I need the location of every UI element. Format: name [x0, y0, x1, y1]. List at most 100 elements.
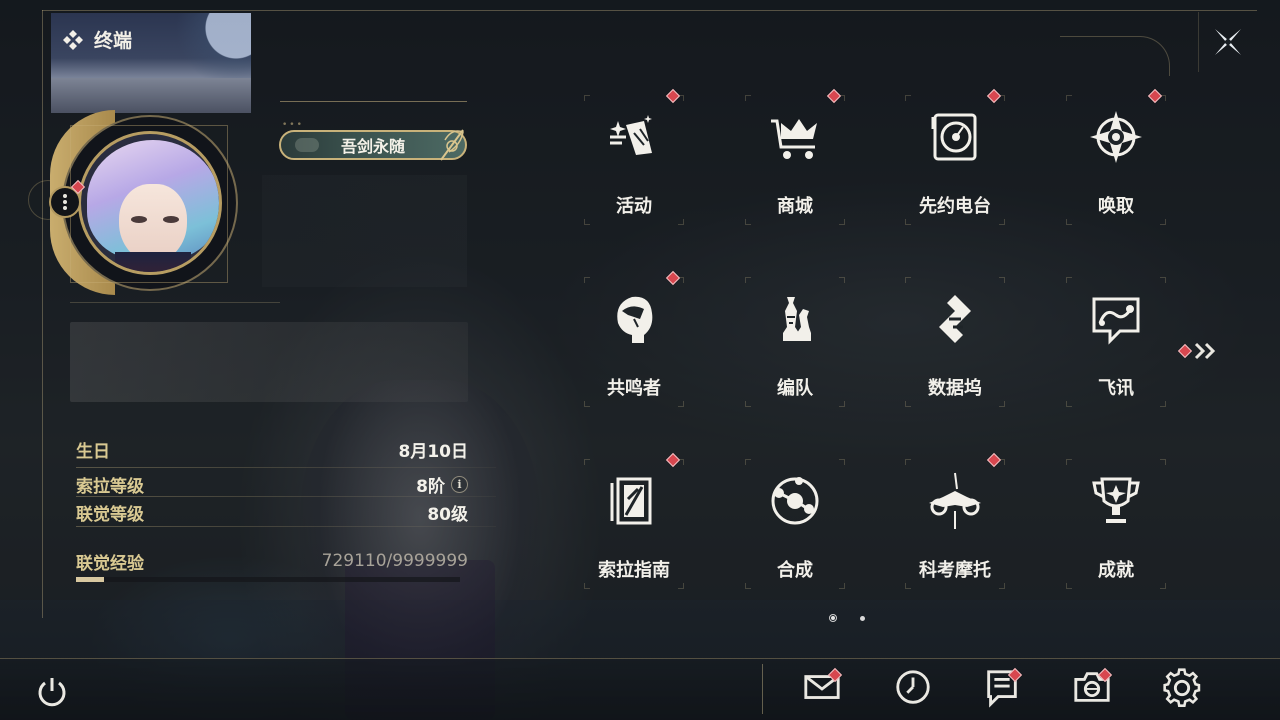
function-tile-label: 飞讯 — [1098, 378, 1134, 399]
exp-progress-fill — [76, 577, 104, 582]
diamond-cluster-icon — [63, 29, 83, 50]
tile-corner-decoration — [1160, 459, 1166, 465]
stat-union-exp-label: 联觉经验 — [76, 553, 144, 574]
camera-button[interactable] — [1072, 667, 1113, 710]
function-tile[interactable]: 编队 — [745, 277, 845, 407]
function-tile-label: 数据坞 — [928, 378, 982, 399]
function-tile[interactable]: 科考摩托 — [905, 452, 1005, 589]
tile-corner-decoration — [745, 219, 751, 225]
function-tile-label: 编队 — [777, 378, 813, 399]
tile-corner-decoration — [1066, 95, 1072, 101]
tile-corner-decoration — [678, 401, 684, 407]
bottom-bar-divider — [762, 664, 763, 714]
tile-corner-decoration — [1066, 219, 1072, 225]
stat-union-level-value: 80级 — [427, 504, 468, 525]
guide-book-icon — [604, 471, 664, 531]
stat-union-level: 联觉等级 80级 — [76, 500, 468, 525]
page-indicator-active[interactable] — [829, 614, 837, 622]
function-tile[interactable]: 成就 — [1066, 459, 1166, 589]
settings-gear-icon — [1162, 668, 1202, 712]
stat-divider — [76, 467, 496, 468]
sword-emblem-icon — [440, 129, 464, 161]
function-tile[interactable]: 索拉指南 — [584, 452, 684, 589]
page-title-text: 终端 — [94, 30, 133, 52]
tile-corner-decoration — [678, 219, 684, 225]
synthesis-orbit-icon — [765, 471, 825, 531]
stat-union-level-label: 联觉等级 — [76, 504, 144, 525]
tile-corner-decoration — [1160, 277, 1166, 283]
compass-star-icon — [1086, 107, 1146, 167]
function-tile-label: 唤取 — [1098, 196, 1134, 217]
tile-corner-decoration — [745, 95, 751, 101]
tile-corner-decoration — [745, 401, 751, 407]
tile-corner-decoration — [1066, 277, 1072, 283]
function-tile-label: 共鸣者 — [607, 378, 661, 399]
function-tile[interactable]: 合成 — [745, 459, 845, 589]
stat-sola-level: 索拉等级 8阶 i — [76, 472, 468, 497]
function-tile-label: 活动 — [616, 196, 652, 217]
tile-corner-decoration — [745, 583, 751, 589]
notice-button[interactable] — [982, 667, 1023, 710]
function-tile-label: 先约电台 — [919, 196, 991, 217]
function-tile[interactable]: 数据坞 — [905, 277, 1005, 407]
settings-gear-button[interactable] — [1162, 668, 1202, 712]
function-tile-label: 索拉指南 — [598, 560, 670, 581]
tile-corner-decoration — [1066, 401, 1072, 407]
tile-corner-decoration — [584, 401, 590, 407]
player-name-blurred — [262, 175, 467, 287]
stat-union-exp-value: 729110/9999999 — [321, 551, 468, 571]
chat-bubble-icon — [1086, 289, 1146, 349]
function-tile-label: 科考摩托 — [919, 560, 991, 581]
more-vertical-icon — [63, 194, 67, 210]
stat-sola-level-label: 索拉等级 — [76, 476, 144, 497]
clock-button[interactable] — [893, 670, 933, 710]
function-tile[interactable]: 活动 — [584, 88, 684, 225]
function-tile[interactable]: 先约电台 — [905, 88, 1005, 225]
page-indicator[interactable] — [860, 616, 865, 621]
tile-corner-decoration — [839, 277, 845, 283]
stat-birthday: 生日 8月10日 — [76, 437, 469, 462]
tile-corner-decoration — [745, 277, 751, 283]
info-icon[interactable]: i — [451, 475, 468, 493]
tile-corner-decoration — [999, 583, 1005, 589]
tile-corner-decoration — [1066, 583, 1072, 589]
function-tile[interactable]: 飞讯 — [1066, 277, 1166, 407]
mail-button[interactable] — [802, 667, 843, 710]
avatar-eye-right — [163, 216, 179, 223]
motorcycle-icon — [925, 471, 985, 531]
power-button[interactable] — [34, 674, 70, 710]
tile-corner-decoration — [905, 583, 911, 589]
title-top-line — [280, 101, 467, 102]
stat-sola-level-value-group: 8阶 i — [416, 472, 468, 497]
signature-blurred[interactable] — [70, 322, 468, 402]
tile-corner-decoration — [839, 219, 845, 225]
next-page-notify-dot — [1177, 343, 1193, 359]
stat-sola-level-value: 8阶 — [416, 476, 445, 497]
page-indicator-active-core — [831, 616, 835, 620]
data-dock-icon — [925, 289, 985, 349]
badge-left-ornament — [295, 138, 319, 152]
tile-corner-decoration — [1066, 459, 1072, 465]
tile-corner-decoration — [839, 459, 845, 465]
function-tile[interactable]: 商城 — [745, 88, 845, 225]
double-chevron-right-icon — [1194, 342, 1216, 360]
title-badge[interactable]: 吾剑永随 — [279, 129, 467, 161]
avatar-separator — [70, 302, 280, 303]
next-page-button[interactable] — [1177, 340, 1224, 362]
title-badge-text: 吾剑永随 — [340, 137, 405, 156]
function-tile[interactable]: 唤取 — [1066, 88, 1166, 225]
stat-birthday-value: 8月10日 — [398, 441, 469, 462]
tile-corner-decoration — [905, 219, 911, 225]
avatar-face — [119, 184, 187, 262]
tile-corner-decoration — [905, 95, 911, 101]
tile-corner-decoration — [905, 459, 911, 465]
avatar[interactable] — [78, 131, 222, 275]
trophy-icon — [1086, 471, 1146, 531]
frame-top-line — [42, 10, 1257, 11]
tile-corner-decoration — [999, 401, 1005, 407]
function-tile[interactable]: 共鸣者 — [584, 270, 684, 407]
close-button[interactable] — [1198, 12, 1256, 72]
tile-corner-decoration — [584, 459, 590, 465]
banner-terrain — [51, 78, 251, 113]
close-x-icon — [1214, 29, 1241, 55]
